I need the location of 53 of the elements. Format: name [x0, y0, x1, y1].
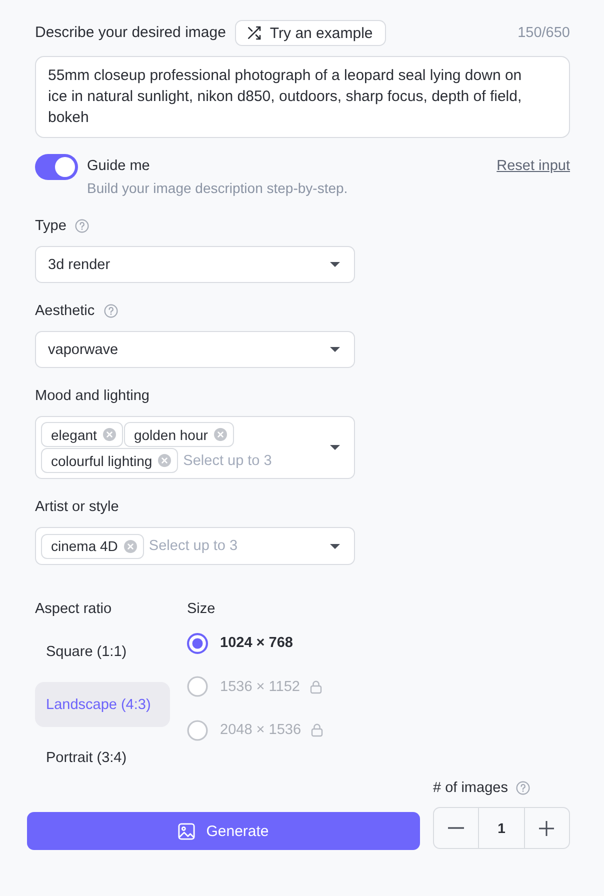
image-icon	[178, 822, 196, 840]
generate-button[interactable]: Generate	[27, 812, 420, 850]
caret-icon	[330, 347, 340, 352]
count-field[interactable]: 1	[478, 808, 525, 848]
tag-label: cinema 4D	[51, 538, 118, 554]
remove-icon[interactable]	[102, 428, 116, 441]
remove-icon[interactable]	[158, 454, 172, 467]
prompt-field[interactable]: 55mm closeup professional photograph of a leopard seal lying down on ice in natural sunlight, nikon d850, outdoors, sharp focus, depth of field, bokeh	[35, 56, 570, 138]
section-label: Aspect ratio	[35, 600, 113, 618]
remove-icon[interactable]	[214, 428, 227, 441]
search-input[interactable]: Select up to 3	[179, 452, 288, 468]
size-label: 1024 × 768	[220, 635, 293, 651]
lock-icon	[310, 680, 322, 694]
prompt-label: Describe your desired image	[35, 24, 226, 42]
count-label: # of images	[433, 779, 508, 797]
lock-icon	[311, 723, 324, 737]
tag-label: elegant	[51, 426, 97, 442]
hint-text: Build your image description step-by-step.	[87, 179, 348, 198]
toggle-switch[interactable]	[35, 154, 78, 180]
help-icon[interactable]	[104, 304, 118, 318]
aspect-option[interactable]: Landscape (4:3)	[35, 682, 170, 727]
reset-link[interactable]: Reset input	[496, 156, 570, 176]
field-label: Mood and lighting	[35, 387, 150, 405]
plus-icon	[539, 820, 554, 836]
search-input[interactable]: Select up to 3	[144, 538, 253, 554]
multi-select[interactable]: elegant golden hour colourful lighting Select up to 3	[35, 416, 355, 479]
help-icon[interactable]	[516, 781, 530, 795]
radio-button[interactable]	[187, 632, 208, 654]
example-button[interactable]: Try an example	[234, 20, 386, 46]
character-counter: 150/650	[518, 25, 570, 41]
field-label: Artist or style	[35, 498, 119, 516]
radio-button[interactable]	[187, 676, 208, 697]
remove-icon[interactable]	[124, 540, 137, 552]
shuffle-icon	[246, 25, 262, 41]
aspect-option[interactable]: Portrait (3:4)	[35, 735, 170, 780]
size-label: 2048 × 1536	[220, 722, 302, 738]
field-label: Type	[35, 217, 66, 235]
size-label: 1536 × 1152	[220, 678, 300, 694]
dropdown[interactable]: vaporwave	[35, 331, 355, 368]
help-icon[interactable]	[75, 219, 90, 233]
caret-icon	[330, 445, 340, 450]
radio-button[interactable]	[187, 720, 208, 740]
aspect-option[interactable]: Square (1:1)	[35, 629, 170, 674]
multi-select[interactable]: cinema 4D Select up to 3	[35, 527, 355, 565]
tag-label: golden hour	[134, 426, 208, 442]
field-label: Aesthetic	[35, 302, 95, 320]
minus-icon	[448, 827, 464, 829]
dropdown[interactable]: 3d render	[35, 246, 355, 283]
caret-icon	[330, 262, 340, 267]
section-label: Size	[187, 600, 216, 618]
toggle-label: Guide me	[87, 157, 150, 176]
tag-label: colourful lighting	[51, 452, 152, 468]
caret-icon	[330, 544, 340, 548]
